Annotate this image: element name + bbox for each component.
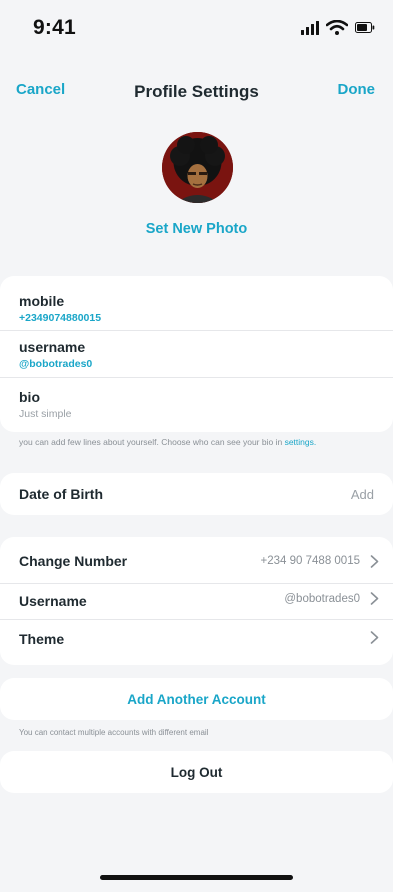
profile-info-card: mobile +2349074880015 username @bobotrad…	[0, 276, 393, 432]
account-note: You can contact multiple accounts with d…	[19, 728, 209, 737]
status-bar: 9:41	[0, 0, 393, 56]
signal-icon	[301, 20, 319, 35]
theme-label: Theme	[19, 631, 65, 647]
bio-row[interactable]: bio Just simple	[0, 378, 393, 432]
add-date-of-birth-button[interactable]: Add	[351, 487, 374, 502]
add-another-account-button[interactable]: Add Another Account	[0, 692, 393, 707]
username-settings-label: Username	[19, 593, 87, 609]
change-number-row[interactable]: Change Number +234 90 7488 0015	[0, 537, 393, 583]
logout-card: Log Out	[0, 751, 393, 793]
avatar-image	[162, 132, 233, 203]
mobile-value: +2349074880015	[19, 312, 102, 324]
chevron-right-icon	[370, 631, 379, 644]
bio-value: Just simple	[19, 408, 72, 420]
chevron-right-icon	[370, 592, 379, 605]
change-number-value: +234 90 7488 0015	[260, 555, 360, 567]
chevron-right-icon	[370, 555, 379, 568]
mobile-label: mobile	[19, 293, 65, 309]
date-of-birth-row[interactable]: Date of Birth Add	[0, 473, 393, 515]
username-value: @bobotrades0	[19, 358, 93, 370]
bio-label: bio	[19, 389, 40, 405]
nav-bar: Cancel Profile Settings Done	[0, 78, 393, 106]
avatar[interactable]	[162, 132, 233, 203]
username-settings-row[interactable]: Username @bobotrades0	[0, 584, 393, 619]
settings-card: Change Number +234 90 7488 0015 Username…	[0, 537, 393, 665]
mobile-row[interactable]: mobile +2349074880015	[0, 276, 393, 330]
theme-row[interactable]: Theme	[0, 620, 393, 665]
log-out-button[interactable]: Log Out	[0, 765, 393, 780]
bio-note: you can add few lines about yourself. Ch…	[19, 437, 316, 447]
bio-note-text: you can add few lines about yourself. Ch…	[19, 437, 285, 447]
username-row[interactable]: username @bobotrades0	[0, 331, 393, 377]
change-number-label: Change Number	[19, 553, 128, 569]
status-icons	[301, 20, 375, 35]
status-time: 9:41	[33, 16, 76, 39]
username-label: username	[19, 339, 86, 355]
battery-icon	[355, 22, 375, 33]
username-settings-value: @bobotrades0	[284, 593, 360, 605]
wifi-icon	[326, 20, 348, 35]
add-account-card: Add Another Account	[0, 678, 393, 720]
done-button[interactable]: Done	[338, 81, 376, 98]
set-new-photo-button[interactable]: Set New Photo	[0, 221, 393, 237]
date-of-birth-label: Date of Birth	[19, 486, 103, 502]
home-indicator[interactable]	[100, 875, 293, 880]
settings-link[interactable]: settings.	[285, 437, 317, 447]
page-title: Profile Settings	[134, 82, 259, 101]
